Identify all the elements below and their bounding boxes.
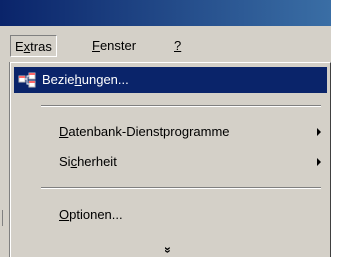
menu-bar: Extras Fenster ?: [0, 26, 331, 62]
menu-help[interactable]: ?: [170, 35, 185, 57]
menu-item-optionen[interactable]: Optionen...: [14, 202, 327, 228]
menu-item-beziehungen[interactable]: Beziehungen...: [14, 67, 327, 93]
menu-separator: [41, 105, 321, 107]
menu-item-datenbank-dienstprogramme[interactable]: Datenbank-Dienstprogramme: [14, 119, 327, 145]
menu-fenster[interactable]: Fenster: [88, 35, 140, 57]
menu-extras[interactable]: Extras: [10, 35, 57, 57]
menu-separator: [41, 187, 321, 189]
menu-item-sicherheit[interactable]: Sicherheit: [14, 149, 327, 175]
submenu-arrow-icon: [317, 158, 321, 166]
relationships-icon: [18, 72, 36, 88]
frame-marker: [2, 210, 3, 226]
submenu-arrow-icon: [317, 128, 321, 136]
window-left-frame: [0, 62, 10, 257]
extras-dropdown-menu: Beziehungen... Datenbank-Dienstprogramme…: [10, 62, 331, 257]
expand-menu-chevron-icon[interactable]: »: [160, 240, 176, 260]
window-titlebar: [0, 0, 331, 26]
background-strip: [331, 0, 337, 257]
